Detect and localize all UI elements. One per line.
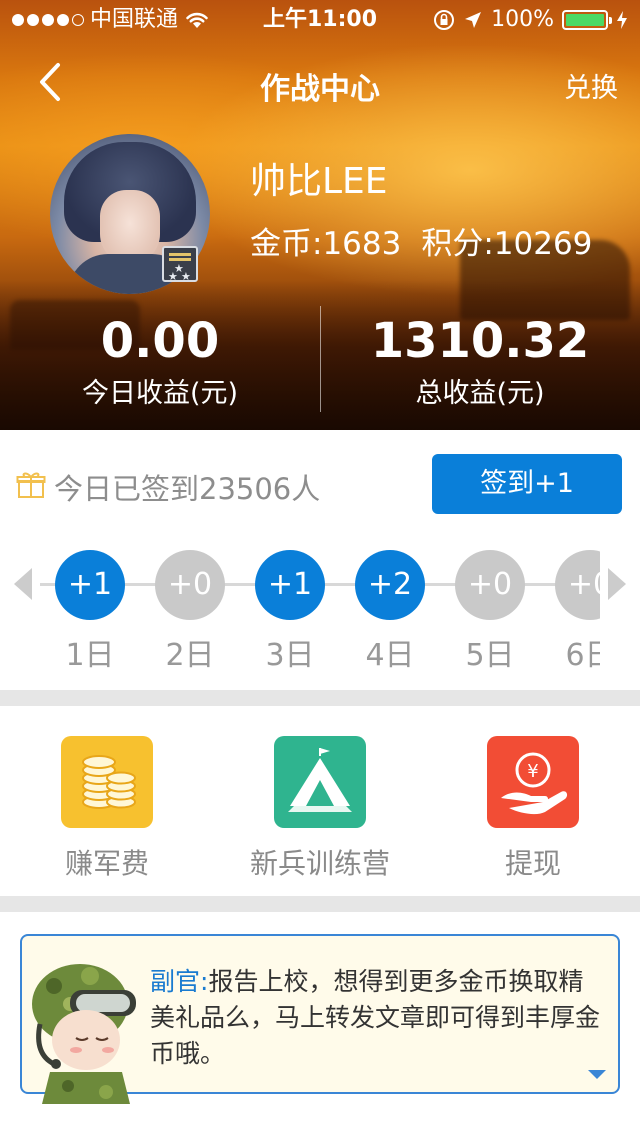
checkin-count-text: 今日已签到23506人 xyxy=(54,472,321,506)
message-speaker: 副官: xyxy=(150,967,209,996)
message-area: 副官:报告上校，想得到更多金币换取精美礼品么，马上转发文章即可得到丰厚金币哦。 xyxy=(0,912,640,1136)
day-label: 1日 xyxy=(65,638,115,673)
coins-count: 金币:1683 xyxy=(250,226,402,262)
header-banner: 中国联通 上午11:00 100% 作战中心 兑换 ★ ★ ★ 帅比LEE 金币… xyxy=(0,0,640,430)
today-earnings-value: 0.00 xyxy=(100,313,220,369)
day-bonus-badge: +0 xyxy=(155,550,225,620)
day-label: 3日 xyxy=(265,638,315,673)
day-bonus-badge: +1 xyxy=(255,550,325,620)
day-label: 6日 xyxy=(565,638,600,673)
svg-text:¥: ¥ xyxy=(527,761,538,782)
timeline-day: +0 2日 xyxy=(155,550,225,674)
section-divider xyxy=(0,896,640,912)
expand-caret-icon[interactable] xyxy=(588,1070,606,1079)
feature-withdraw[interactable]: ¥ 提现 xyxy=(433,736,633,882)
location-arrow-icon xyxy=(465,12,482,28)
total-earnings: 1310.32 总收益(元) xyxy=(320,306,640,412)
timeline-day: +2 4日 xyxy=(355,550,425,674)
user-stats: 金币:1683 积分:10269 xyxy=(250,218,592,263)
nav-bar: 作战中心 兑换 xyxy=(0,40,640,128)
today-earnings-label: 今日收益(元) xyxy=(81,378,239,409)
battery-percent: 100% xyxy=(491,7,554,32)
total-earnings-value: 1310.32 xyxy=(370,313,590,369)
user-name: 帅比LEE xyxy=(250,161,388,202)
section-divider xyxy=(0,690,640,706)
avatar[interactable]: ★ ★ ★ xyxy=(50,134,210,294)
hand-coin-icon: ¥ xyxy=(487,736,579,828)
day-bonus-badge: +0 xyxy=(555,550,600,620)
day-label: 2日 xyxy=(165,638,215,673)
day-bonus-badge: +0 xyxy=(455,550,525,620)
message-body: 报告上校，想得到更多金币换取精美礼品么，马上转发文章即可得到丰厚金币哦。 xyxy=(150,967,601,1068)
battery-icon xyxy=(562,10,612,30)
feature-earn-funds[interactable]: 赚军费 xyxy=(7,736,207,882)
timeline-day: +1 3日 xyxy=(255,550,325,674)
checkin-button[interactable]: 签到+1 xyxy=(432,454,622,514)
feature-label: 提现 xyxy=(504,847,561,880)
feature-recruit-camp[interactable]: 新兵训练营 xyxy=(220,736,420,882)
timeline-day: +1 1日 xyxy=(55,550,125,674)
points-count: 积分:10269 xyxy=(421,226,593,262)
tent-icon xyxy=(274,736,366,828)
page-title: 作战中心 xyxy=(260,72,380,107)
soldier-mascot-icon xyxy=(32,964,136,1104)
coins-icon xyxy=(61,736,153,828)
feature-label: 新兵训练营 xyxy=(249,847,390,880)
checkin-timeline: +1 1日 +0 2日 +1 3日 +2 4日 +0 5日 +0 6日 xyxy=(0,540,640,690)
total-earnings-label: 总收益(元) xyxy=(415,378,545,409)
timeline-next-arrow-icon[interactable] xyxy=(608,568,626,600)
timeline-day: +0 6日 xyxy=(555,550,600,674)
day-bonus-badge: +2 xyxy=(355,550,425,620)
gift-icon xyxy=(16,472,46,498)
earnings-panel: 0.00 今日收益(元) 1310.32 总收益(元) xyxy=(0,306,640,416)
feature-grid: 赚军费 新兵训练营 ¥ 提现 xyxy=(0,706,640,896)
rotation-lock-icon xyxy=(434,10,455,30)
checkin-bar: 今日已签到23506人 签到+1 xyxy=(0,430,640,540)
charging-bolt-icon xyxy=(617,11,627,29)
timeline-track[interactable]: +1 1日 +0 2日 +1 3日 +2 4日 +0 5日 +0 6日 xyxy=(40,540,600,690)
timeline-day: +0 5日 xyxy=(455,550,525,674)
message-text: 副官:报告上校，想得到更多金币换取精美礼品么，马上转发文章即可得到丰厚金币哦。 xyxy=(150,964,600,1072)
exchange-button[interactable]: 兑换 xyxy=(564,66,618,105)
today-earnings: 0.00 今日收益(元) xyxy=(0,306,320,412)
day-bonus-badge: +1 xyxy=(55,550,125,620)
feature-label: 赚军费 xyxy=(64,847,149,880)
status-bar: 中国联通 上午11:00 100% xyxy=(0,0,640,40)
timeline-prev-arrow-icon[interactable] xyxy=(14,568,32,600)
day-label: 5日 xyxy=(465,638,515,673)
rank-badge-icon: ★ ★ ★ xyxy=(162,246,198,282)
day-label: 4日 xyxy=(365,638,415,673)
